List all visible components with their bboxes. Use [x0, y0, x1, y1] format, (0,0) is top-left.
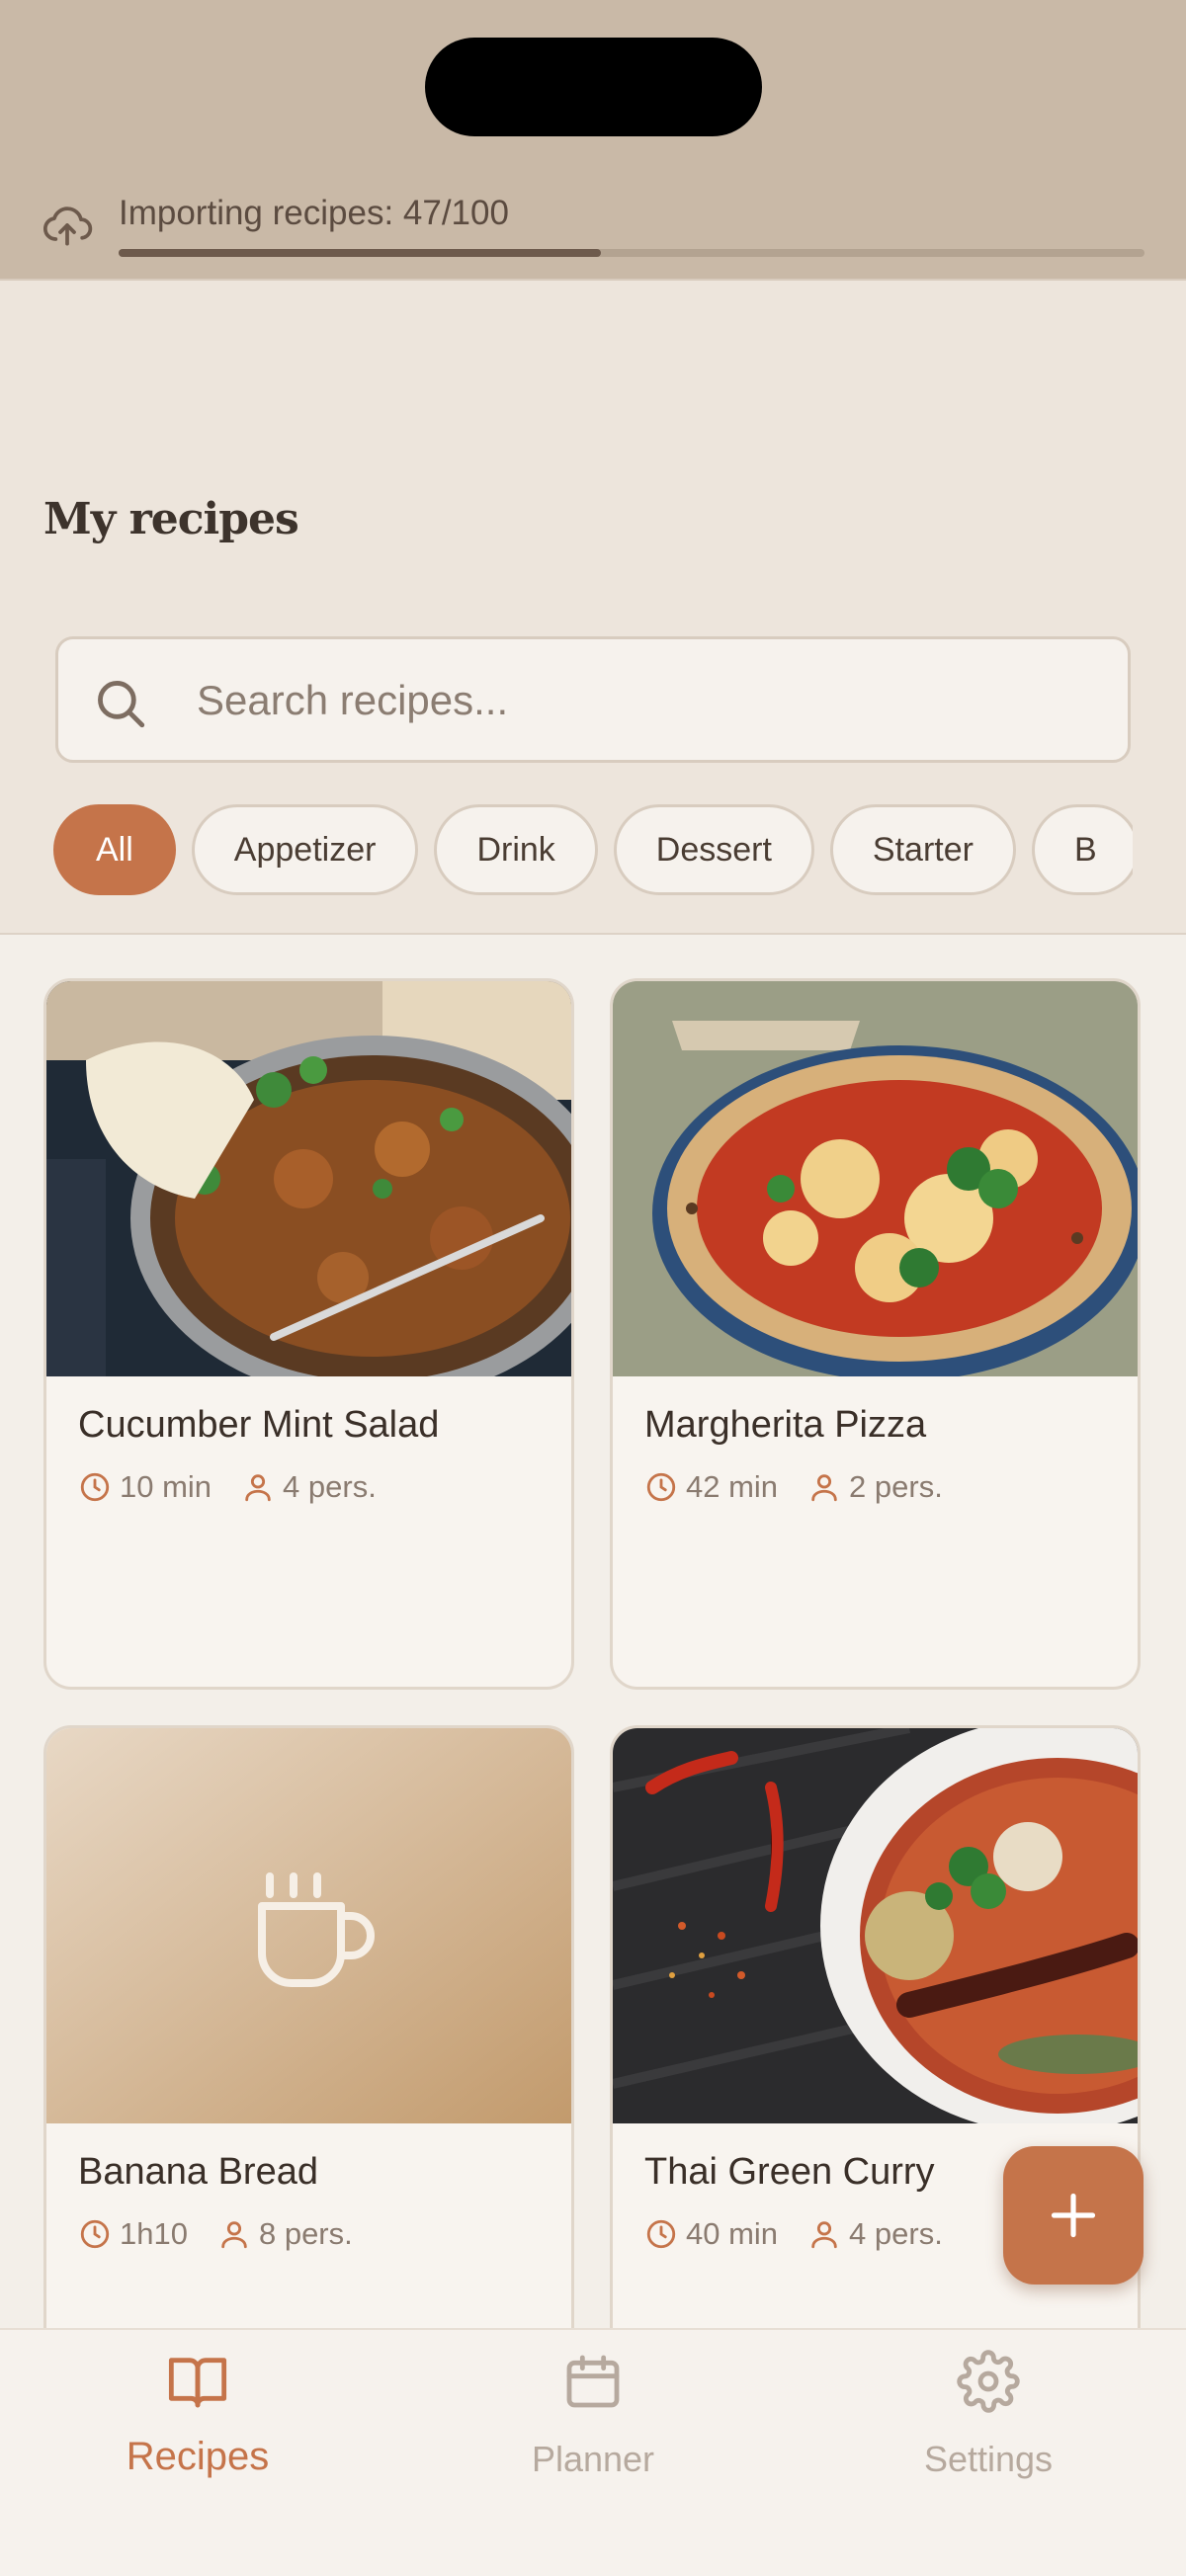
clock-icon: [646, 1472, 676, 1502]
nav-settings-label: Settings: [923, 2439, 1054, 2479]
clock-icon: [80, 1472, 110, 1502]
recipe-title: Cucumber Mint Salad: [78, 1404, 440, 1446]
filter-chip-all[interactable]: All: [53, 804, 176, 895]
nav-planner-label: Planner: [531, 2439, 655, 2479]
recipe-time: 42 min: [686, 1469, 779, 1504]
recipe-meta: 1h10 8 pers.: [78, 2216, 382, 2252]
recipe-title: Margherita Pizza: [644, 1404, 927, 1446]
gear-icon: [957, 2350, 1020, 2413]
filter-chip-starter[interactable]: Starter: [829, 804, 1016, 895]
clock-icon: [80, 2219, 110, 2249]
search-input[interactable]: [197, 669, 1086, 732]
nav-recipes[interactable]: Recipes: [0, 2330, 395, 2528]
recipe-time: 40 min: [686, 2216, 779, 2251]
filter-chip-dessert[interactable]: Dessert: [613, 804, 814, 895]
import-progress-bar: [119, 249, 1144, 257]
recipe-time: 1h10: [120, 2216, 188, 2251]
nav-recipes-label: Recipes: [126, 2435, 270, 2478]
nav-settings[interactable]: Settings: [791, 2330, 1186, 2528]
recipe-placeholder-image: [46, 1728, 571, 2123]
import-progress-fill: [119, 249, 601, 257]
calendar-icon: [566, 2355, 620, 2408]
filter-chip-drink[interactable]: Drink: [434, 804, 598, 895]
person-icon: [811, 2221, 837, 2249]
search-bar[interactable]: [55, 636, 1131, 763]
recipe-title: Thai Green Curry: [644, 2151, 935, 2193]
filter-chip-partial[interactable]: B: [1031, 804, 1133, 895]
filter-chip-appetizer[interactable]: Appetizer: [191, 804, 419, 895]
category-filter-chips: All Appetizer Drink Dessert Starter B: [53, 804, 1133, 899]
camera-notch: [425, 38, 762, 136]
recipe-servings: 2 pers.: [849, 1469, 943, 1504]
import-status-bar: Importing recipes: 47/100: [0, 0, 1186, 281]
clock-icon: [646, 2219, 676, 2249]
recipe-meta: 10 min 4 pers.: [78, 1469, 406, 1505]
recipe-photo: [613, 1728, 1138, 2123]
recipe-servings: 8 pers.: [258, 2216, 353, 2251]
bottom-navigation: Recipes Planner Settings: [0, 2328, 1186, 2576]
person-icon: [811, 1474, 837, 1502]
recipe-servings: 4 pers.: [283, 1469, 377, 1504]
recipes-header: My recipes AllAppetizerDrinkDessertStart…: [0, 281, 1186, 935]
search-icon: [98, 681, 145, 728]
recipe-meta: 42 min 2 pers.: [644, 1469, 973, 1505]
recipe-time: 10 min: [120, 1469, 212, 1504]
recipe-card[interactable]: Banana Bread 1h10 8 pers.: [43, 1725, 574, 2328]
recipe-servings: 4 pers.: [849, 2216, 943, 2251]
recipe-meta: 40 min 4 pers.: [644, 2216, 973, 2252]
open-book-icon: [168, 2358, 227, 2408]
recipe-title: Banana Bread: [78, 2151, 318, 2193]
recipe-grid: Cucumber Mint Salad 10 min 4 pers. Margh…: [0, 935, 1186, 2328]
recipe-card[interactable]: Cucumber Mint Salad 10 min 4 pers.: [43, 978, 574, 1690]
import-status-text: Importing recipes: 47/100: [119, 194, 509, 232]
page-title: My recipes: [43, 494, 299, 544]
recipe-photo: [613, 981, 1138, 1376]
nav-planner[interactable]: Planner: [395, 2330, 791, 2528]
cloud-upload-icon: [42, 207, 93, 246]
person-icon: [245, 1474, 271, 1502]
plus-icon: [1051, 2193, 1096, 2238]
person-icon: [221, 2221, 247, 2249]
add-recipe-button[interactable]: [1003, 2146, 1144, 2285]
recipe-card[interactable]: Margherita Pizza 42 min 2 pers.: [610, 978, 1141, 1690]
recipe-photo: [46, 981, 571, 1376]
